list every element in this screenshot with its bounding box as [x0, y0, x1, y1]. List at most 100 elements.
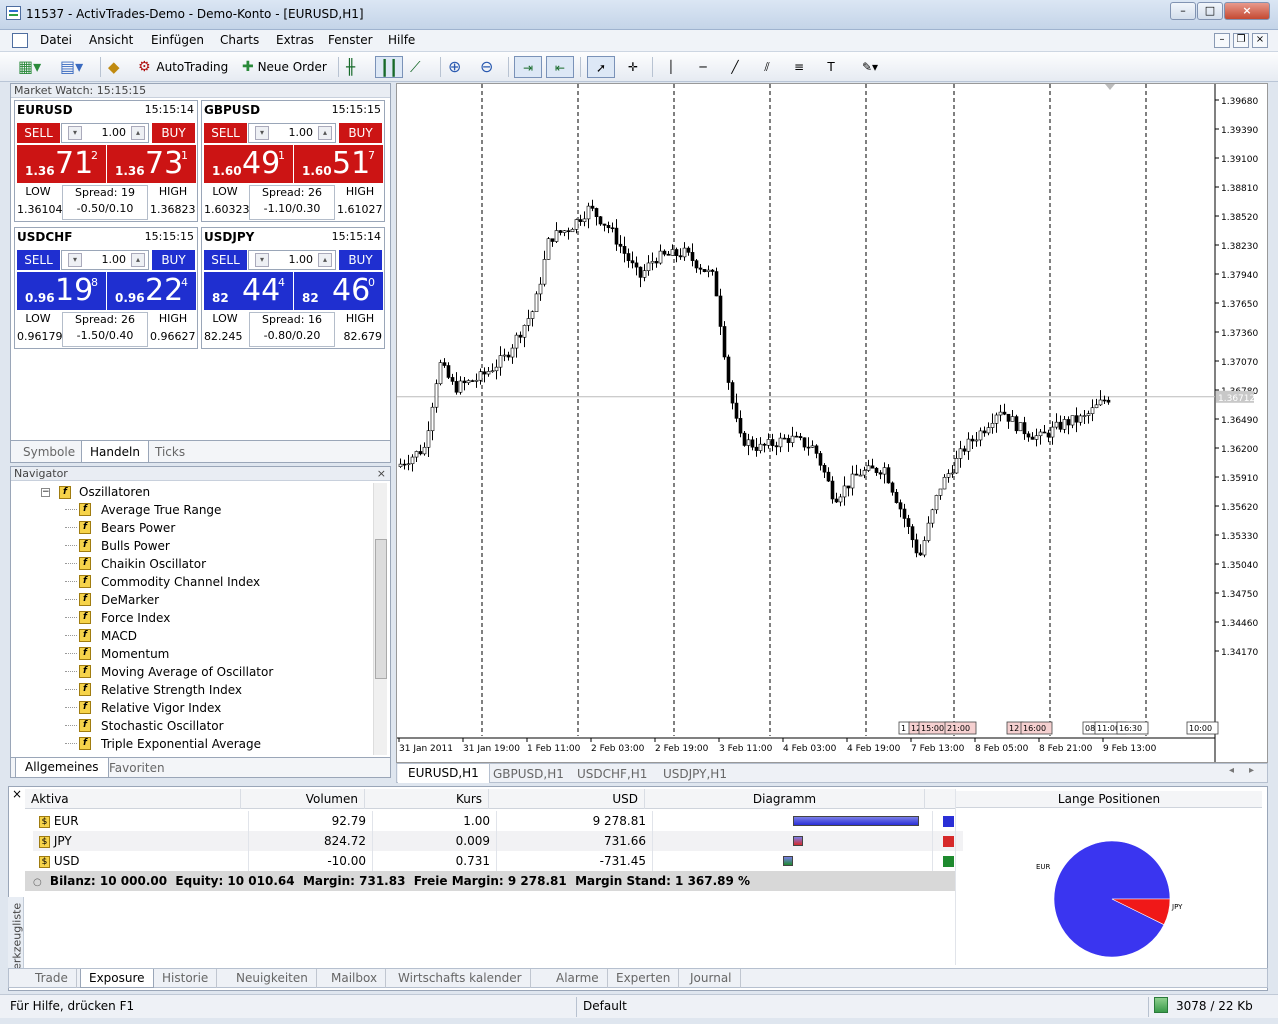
navigator-item[interactable]: Force Index: [101, 609, 170, 627]
metaeditor-icon[interactable]: ◆: [108, 56, 130, 78]
lot-up-icon[interactable]: ▴: [318, 126, 332, 140]
ask-price[interactable]: 1.36 73 1: [107, 145, 196, 183]
col-kurs[interactable]: Kurs: [365, 789, 489, 809]
navigator-folder-oszillatoren[interactable]: Oszillatoren: [79, 483, 150, 501]
tab-terminal-exposure[interactable]: Exposure: [80, 969, 154, 988]
cursor-icon[interactable]: ➚: [587, 56, 615, 78]
bar-chart-icon[interactable]: ╫: [346, 56, 368, 78]
price-chart[interactable]: 1.39680 1.39390 1.39100 1.38810 1.38520 1.382…: [396, 83, 1268, 763]
tab-chart-usdjpy[interactable]: USDJPY,H1: [663, 765, 727, 783]
zoom-in-icon[interactable]: ⊕: [448, 56, 470, 78]
tab-terminal-alarme[interactable]: Alarme: [548, 969, 608, 988]
menu-ansicht[interactable]: Ansicht: [89, 33, 133, 47]
col-usd[interactable]: USD: [489, 789, 645, 809]
navigator-item[interactable]: Commodity Channel Index: [101, 573, 260, 591]
lot-down-icon[interactable]: ▾: [68, 126, 82, 140]
buy-button[interactable]: BUY: [339, 123, 382, 143]
lot-up-icon[interactable]: ▴: [131, 126, 145, 140]
navigator-item[interactable]: Triple Exponential Average: [101, 735, 261, 753]
mdi-restore-button[interactable]: ❐: [1233, 33, 1249, 48]
navigator-item[interactable]: Bears Power: [101, 519, 175, 537]
sell-button[interactable]: SELL: [17, 250, 60, 270]
channel-icon[interactable]: ⫽: [756, 56, 778, 78]
profiles-icon[interactable]: ▤▾: [60, 56, 94, 78]
menu-einfuegen[interactable]: Einfügen: [151, 33, 204, 47]
shapes-icon[interactable]: ✎▾: [852, 56, 888, 78]
tab-terminal-experten[interactable]: Experten: [608, 969, 680, 988]
menu-datei[interactable]: Datei: [40, 33, 72, 47]
chart-shift-icon[interactable]: ⇤: [546, 56, 574, 78]
fibonacci-icon[interactable]: ≡: [788, 56, 810, 78]
lot-down-icon[interactable]: ▾: [255, 253, 269, 267]
bid-price[interactable]: 82 44 4: [204, 272, 293, 310]
line-chart-icon[interactable]: ⟋: [410, 56, 432, 78]
lot-up-icon[interactable]: ▴: [131, 253, 145, 267]
tab-terminal-historie[interactable]: Historie: [154, 969, 218, 988]
sell-button[interactable]: SELL: [204, 250, 247, 270]
ask-price[interactable]: 82 46 0: [294, 272, 383, 310]
col-volumen[interactable]: Volumen: [241, 789, 365, 809]
navigator-close-icon[interactable]: ×: [377, 467, 386, 480]
tab-terminal-wirtschafts-kalender[interactable]: Wirtschafts kalender: [390, 969, 531, 988]
navigator-item[interactable]: Chaikin Oscillator: [101, 555, 206, 573]
buy-button[interactable]: BUY: [152, 123, 195, 143]
table-row[interactable]: $ JPY 824.72 0.009 731.66: [33, 831, 963, 851]
autoscroll-icon[interactable]: ⇥: [514, 56, 542, 78]
menu-extras[interactable]: Extras: [276, 33, 314, 47]
table-row[interactable]: $ USD -10.00 0.731 -731.45: [33, 851, 963, 871]
sell-button[interactable]: SELL: [204, 123, 247, 143]
tab-allgemeines[interactable]: Allgemeines: [15, 758, 109, 778]
trendline-icon[interactable]: ╱: [724, 56, 746, 78]
menu-charts[interactable]: Charts: [220, 33, 259, 47]
lot-input[interactable]: ▾ 1.00 ▴: [248, 123, 336, 143]
tab-handeln[interactable]: Handeln: [81, 441, 149, 463]
vertical-line-icon[interactable]: │: [662, 56, 680, 78]
tab-symbole[interactable]: Symbole: [23, 443, 75, 461]
new-order-button[interactable]: ✚ Neue Order: [242, 56, 332, 78]
navigator-item[interactable]: Average True Range: [101, 501, 221, 519]
lot-up-icon[interactable]: ▴: [318, 253, 332, 267]
lot-down-icon[interactable]: ▾: [255, 126, 269, 140]
lot-input[interactable]: ▾ 1.00 ▴: [248, 250, 336, 270]
tab-chart-usdchf[interactable]: USDCHF,H1: [577, 765, 647, 783]
tab-ticks[interactable]: Ticks: [155, 443, 185, 461]
navigator-item[interactable]: Relative Strength Index: [101, 681, 242, 699]
menu-hilfe[interactable]: Hilfe: [388, 33, 415, 47]
tab-terminal-trade[interactable]: Trade: [27, 969, 77, 988]
mdi-close-button[interactable]: ×: [1252, 33, 1268, 48]
tab-terminal-mailbox[interactable]: Mailbox: [323, 969, 387, 988]
ask-price[interactable]: 1.60 51 7: [294, 145, 383, 183]
col-diagramm[interactable]: Diagramm: [645, 789, 925, 809]
navigator-scrollbar[interactable]: [373, 483, 387, 755]
buy-button[interactable]: BUY: [339, 250, 382, 270]
ask-price[interactable]: 0.96 22 4: [107, 272, 196, 310]
navigator-item[interactable]: MACD: [101, 627, 137, 645]
buy-button[interactable]: BUY: [152, 250, 195, 270]
navigator-item[interactable]: Momentum: [101, 645, 169, 663]
terminal-close-icon[interactable]: ×: [12, 787, 22, 801]
col-aktiva[interactable]: Aktiva: [25, 789, 241, 809]
bid-price[interactable]: 1.60 49 1: [204, 145, 293, 183]
navigator-item[interactable]: Relative Vigor Index: [101, 699, 221, 717]
crosshair-icon[interactable]: ✛: [622, 56, 644, 78]
tree-collapse-icon[interactable]: −: [41, 488, 50, 497]
bid-price[interactable]: 0.96 19 8: [17, 272, 106, 310]
new-chart-icon[interactable]: ▦▾: [18, 56, 52, 78]
navigator-item[interactable]: Moving Average of Oscillator: [101, 663, 273, 681]
menu-fenster[interactable]: Fenster: [328, 33, 373, 47]
candle-chart-icon[interactable]: ┃┃: [375, 56, 403, 78]
autotrading-button[interactable]: ⚙ AutoTrading: [138, 56, 234, 78]
navigator-item[interactable]: DeMarker: [101, 591, 159, 609]
tab-terminal-journal[interactable]: Journal: [682, 969, 741, 988]
zoom-out-icon[interactable]: ⊖: [480, 56, 502, 78]
navigator-item[interactable]: Bulls Power: [101, 537, 170, 555]
table-row[interactable]: $ EUR 92.79 1.00 9 278.81: [33, 811, 963, 831]
tab-chart-gbpusd[interactable]: GBPUSD,H1: [493, 765, 564, 783]
text-icon[interactable]: T: [820, 56, 842, 78]
tab-favoriten[interactable]: Favoriten: [109, 759, 165, 777]
lot-input[interactable]: ▾ 1.00 ▴: [61, 123, 149, 143]
lot-input[interactable]: ▾ 1.00 ▴: [61, 250, 149, 270]
tab-terminal-neuigkeiten[interactable]: Neuigkeiten: [228, 969, 317, 988]
sell-button[interactable]: SELL: [17, 123, 60, 143]
chart-tab-scroll-right-icon[interactable]: ▸: [1249, 765, 1254, 776]
